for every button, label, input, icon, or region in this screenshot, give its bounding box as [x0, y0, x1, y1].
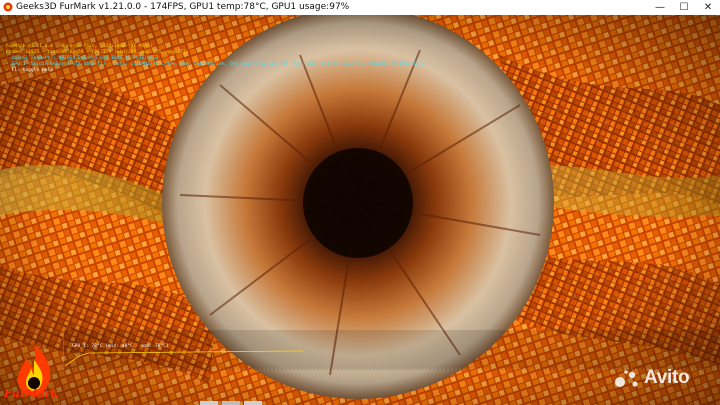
taskbar-strip [200, 401, 262, 405]
furmark-window: Geeks3D FurMark v1.21.0.0 - 174FPS, GPU1… [0, 0, 720, 405]
close-button[interactable]: ✕ [696, 0, 720, 15]
stats-overlay: FurMark v1.21.0.0 - Burn-in test, 1920x1… [6, 44, 426, 74]
furmark-logo-text: FurMark [4, 387, 59, 400]
avito-watermark-text: Avito [644, 367, 690, 388]
window-title: Geeks3D FurMark v1.21.0.0 - 174FPS, GPU1… [16, 2, 350, 12]
maximize-button[interactable]: ☐ [672, 0, 696, 15]
temperature-graph [63, 330, 720, 370]
title-bar[interactable]: Geeks3D FurMark v1.21.0.0 - 174FPS, GPU1… [0, 0, 720, 16]
overlay-gpu-line: - GPU 1 (NVIDIA GeForce GTX 1080 Ti) - c… [6, 62, 427, 67]
minimize-button[interactable]: — [648, 0, 672, 15]
graph-label: GPU 1: 78°C (min: 48°C - max: 78°C) [72, 344, 169, 349]
overlay-help-line: - F1: toggle help [6, 68, 54, 73]
furmark-app-icon [3, 2, 13, 12]
